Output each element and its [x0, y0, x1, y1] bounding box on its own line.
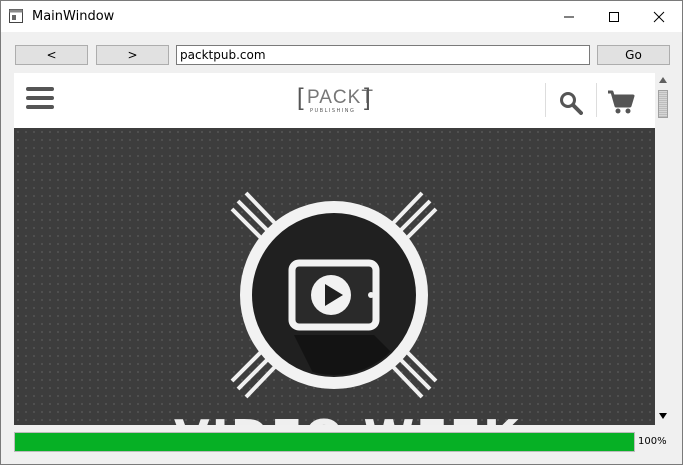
title-bar[interactable]: MainWindow [1, 1, 682, 32]
scroll-up-arrow-icon[interactable] [659, 77, 667, 83]
close-icon [653, 11, 665, 22]
load-progress-bar [14, 432, 635, 452]
back-button[interactable]: < [15, 45, 88, 65]
main-window: MainWindow < > packtpub.com Go [ PACKT ]… [0, 0, 683, 465]
forward-button[interactable]: > [96, 45, 169, 65]
logo-subtext: PUBLISHING [310, 108, 356, 114]
hero-heading: VIDEO WEEK [174, 410, 521, 425]
video-emblem [230, 191, 438, 399]
go-button[interactable]: Go [597, 45, 670, 65]
maximize-icon [609, 11, 619, 22]
progress-label: 100% [638, 436, 667, 447]
minimize-button[interactable] [546, 1, 592, 32]
cart-icon[interactable] [607, 89, 635, 115]
app-icon [9, 9, 23, 23]
maximize-button[interactable] [591, 1, 637, 32]
hamburger-menu-icon[interactable] [26, 87, 54, 109]
progress-fill [15, 433, 634, 451]
packt-logo[interactable]: [ PACKT ] PUBLISHING [297, 84, 373, 118]
logo-bracket-right: ] [364, 84, 371, 111]
minimize-icon [564, 16, 574, 17]
header-divider [596, 83, 597, 117]
scroll-down-arrow-icon[interactable] [659, 413, 667, 419]
url-input[interactable]: packtpub.com [176, 45, 590, 65]
site-header: [ PACKT ] PUBLISHING [14, 73, 655, 128]
vertical-scrollbar[interactable] [656, 73, 670, 425]
hero-banner[interactable]: VIDEO WEEK [14, 128, 655, 425]
logo-bracket-left: [ [297, 84, 304, 111]
window-title: MainWindow [32, 9, 115, 24]
web-view[interactable]: [ PACKT ] PUBLISHING [14, 73, 655, 425]
search-icon[interactable] [559, 91, 583, 115]
scroll-thumb[interactable] [658, 90, 668, 118]
close-button[interactable] [636, 1, 682, 32]
header-divider [545, 83, 546, 117]
